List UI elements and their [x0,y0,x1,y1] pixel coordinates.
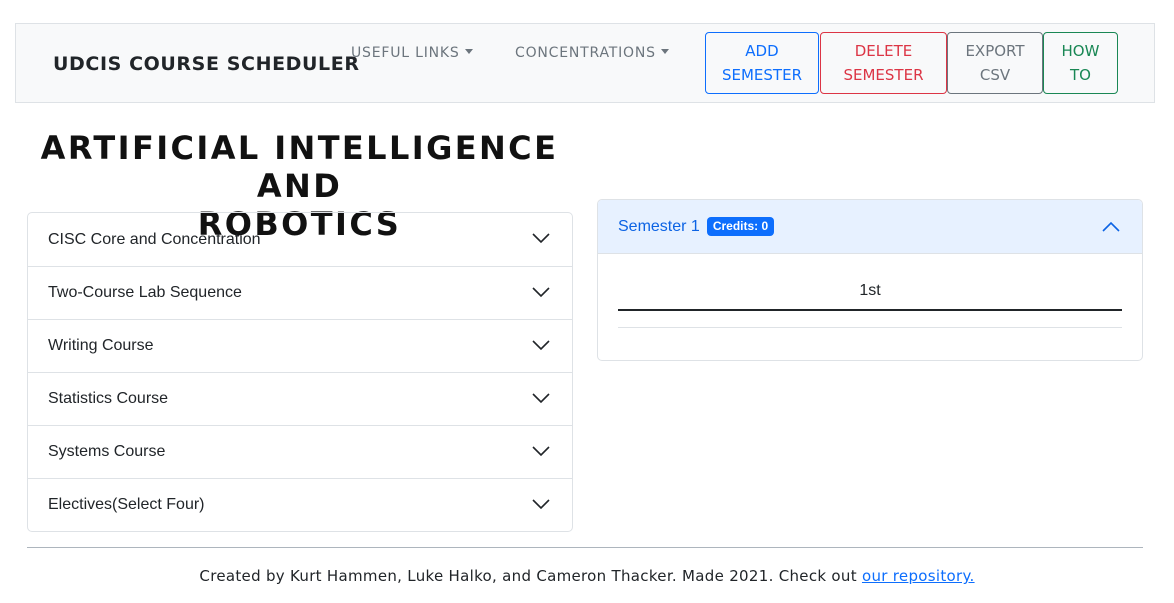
semester-column-header: 1st [859,282,881,299]
requirement-label: Electives(Select Four) [48,496,205,513]
requirement-label: Systems Course [48,443,166,460]
how-to-label-line2: TO [1070,66,1091,84]
footer-divider [27,547,1143,548]
divider [618,327,1122,328]
useful-links-label: USEFUL LINKS [351,45,460,61]
concentrations-dropdown[interactable]: CONCENTRATIONS [515,45,669,61]
add-semester-label-line2: SEMESTER [721,66,802,84]
delete-semester-label-line2: SEMESTER [843,66,924,84]
add-semester-label-line1: ADD [745,42,779,60]
divider [618,309,1122,311]
chevron-down-icon [532,287,550,298]
requirement-systems-course[interactable]: Systems Course [28,425,572,478]
requirement-lab-sequence[interactable]: Two-Course Lab Sequence [28,266,572,319]
requirement-statistics-course[interactable]: Statistics Course [28,372,572,425]
export-csv-label-line2: CSV [979,66,1011,84]
repository-link[interactable]: our repository. [862,567,975,585]
semester-header[interactable]: Semester 1 Credits: 0 [598,200,1142,254]
caret-down-icon [464,49,473,54]
add-semester-button[interactable]: ADD SEMESTER [705,32,819,94]
footer: Created by Kurt Hammen, Luke Halko, and … [0,567,1174,585]
concentration-title-line1: ARTIFICIAL INTELLIGENCE AND [40,129,559,205]
chevron-down-icon [532,340,550,351]
brand-title[interactable]: UDCIS COURSE SCHEDULER [53,53,360,75]
how-to-button[interactable]: HOW TO [1043,32,1118,94]
requirement-electives[interactable]: Electives(Select Four) [28,478,572,531]
requirement-label: Two-Course Lab Sequence [48,284,242,301]
credits-badge: Credits: 0 [706,217,775,236]
delete-semester-button[interactable]: DELETE SEMESTER [820,32,947,94]
requirement-writing-course[interactable]: Writing Course [28,319,572,372]
semester-body: 1st [598,254,1142,360]
delete-semester-label-line1: DELETE [854,42,913,60]
chevron-down-icon [532,233,550,244]
export-csv-button[interactable]: EXPORT CSV [947,32,1043,94]
footer-text: Created by Kurt Hammen, Luke Halko, and … [199,567,857,585]
semester-card: Semester 1 Credits: 0 1st [597,199,1143,361]
concentrations-label: CONCENTRATIONS [515,45,656,61]
chevron-down-icon [532,393,550,404]
navbar: UDCIS COURSE SCHEDULER USEFUL LINKS CONC… [15,23,1155,103]
semester-title: Semester 1 [618,217,700,235]
requirement-label: Statistics Course [48,390,169,407]
chevron-up-icon[interactable] [1102,221,1120,233]
requirements-accordion: CISC Core and Concentration Two-Course L… [27,212,573,532]
export-csv-label-line1: EXPORT [965,42,1025,60]
requirement-label: CISC Core and Concentration [48,230,261,248]
caret-down-icon [660,49,669,54]
requirement-label: Writing Course [48,337,154,354]
useful-links-dropdown[interactable]: USEFUL LINKS [351,45,473,61]
requirement-cisc-core[interactable]: CISC Core and Concentration [28,213,572,266]
how-to-label-line1: HOW [1061,42,1100,60]
chevron-down-icon [532,499,550,510]
chevron-down-icon [532,446,550,457]
